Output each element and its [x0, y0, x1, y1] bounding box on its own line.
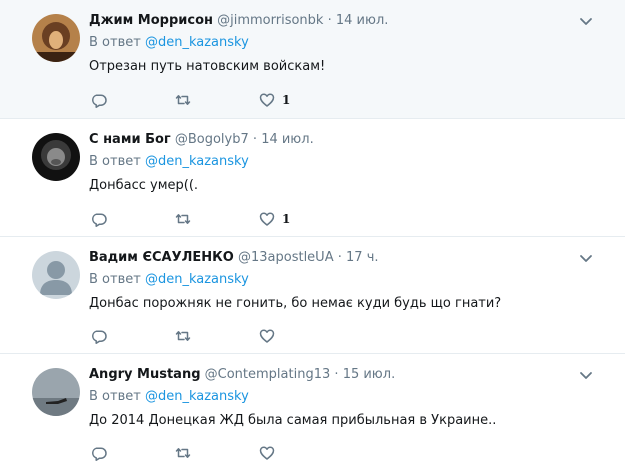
- tweet-text: Донбасс умер((.: [89, 178, 199, 193]
- tweet-header: Вадим ЄСАУЛЕНКО @13apostleUA · 17 ч.: [89, 250, 585, 266]
- tweet-actions: [91, 443, 343, 463]
- like-count: 1: [282, 93, 291, 107]
- like-button[interactable]: 1: [259, 90, 343, 110]
- tweet-item[interactable]: С нами Бог @Bogolyb7 · 14 июл. В ответ @…: [0, 119, 625, 237]
- tweet-actions: 1: [91, 209, 343, 229]
- reply-button[interactable]: [91, 209, 175, 229]
- author-handle[interactable]: @Contemplating13: [205, 367, 331, 382]
- chevron-down-icon[interactable]: [579, 17, 593, 27]
- reply-prefix: В ответ: [89, 154, 141, 169]
- retweet-icon: [175, 214, 191, 224]
- author-name[interactable]: Вадим ЄСАУЛЕНКО: [89, 250, 234, 265]
- reply-to-link[interactable]: @den_kazansky: [145, 35, 249, 50]
- tweet-content: Джим Моррисон @jimmorrisonbk · 14 июл. В…: [89, 13, 585, 75]
- tweet-time[interactable]: 14 июл.: [336, 13, 389, 28]
- retweet-icon: [175, 448, 191, 458]
- heart-icon: [259, 212, 275, 226]
- reply-to-link[interactable]: @den_kazansky: [145, 389, 249, 404]
- author-handle[interactable]: @13apostleUA: [238, 250, 334, 265]
- reply-context: В ответ @den_kazansky: [89, 35, 585, 51]
- avatar[interactable]: [32, 133, 80, 181]
- like-button[interactable]: [259, 443, 343, 463]
- tweet-time[interactable]: 14 июл.: [261, 132, 314, 147]
- retweet-button[interactable]: [175, 326, 259, 346]
- retweet-icon: [175, 331, 191, 341]
- heart-icon: [259, 93, 275, 107]
- tweet-actions: 1: [91, 90, 343, 110]
- retweet-button[interactable]: [175, 209, 259, 229]
- heart-icon: [259, 329, 275, 343]
- author-name[interactable]: С нами Бог: [89, 132, 171, 147]
- reply-button[interactable]: [91, 443, 175, 463]
- like-button[interactable]: [259, 326, 343, 346]
- tweet-actions: [91, 326, 343, 346]
- reply-context: В ответ @den_kazansky: [89, 154, 585, 170]
- tweet-item[interactable]: Джим Моррисон @jimmorrisonbk · 14 июл. В…: [0, 0, 625, 119]
- tweet-header: С нами Бог @Bogolyb7 · 14 июл.: [89, 132, 585, 148]
- separator-dot: ·: [327, 13, 332, 28]
- reply-button[interactable]: [91, 90, 175, 110]
- heart-icon: [259, 446, 275, 460]
- retweet-icon: [175, 95, 191, 105]
- reply-context: В ответ @den_kazansky: [89, 389, 585, 405]
- avatar[interactable]: [32, 251, 80, 299]
- reply-prefix: В ответ: [89, 272, 141, 287]
- reply-icon: [92, 330, 107, 344]
- tweet-item[interactable]: Angry Mustang @Contemplating13 · 15 июл.…: [0, 354, 625, 463]
- separator-dot: ·: [334, 367, 339, 382]
- avatar[interactable]: [32, 14, 80, 62]
- tweet-content: С нами Бог @Bogolyb7 · 14 июл. В ответ @…: [89, 132, 585, 194]
- like-count: 1: [282, 212, 291, 226]
- reply-icon: [92, 94, 107, 108]
- reply-context: В ответ @den_kazansky: [89, 272, 585, 288]
- reply-icon: [92, 447, 107, 461]
- retweet-button[interactable]: [175, 90, 259, 110]
- author-handle[interactable]: @Bogolyb7: [175, 132, 249, 147]
- tweet-feed: Джим Моррисон @jimmorrisonbk · 14 июл. В…: [0, 0, 625, 463]
- reply-icon: [92, 213, 107, 227]
- tweet-text: До 2014 Донецкая ЖД была самая прибыльна…: [89, 413, 497, 428]
- reply-to-link[interactable]: @den_kazansky: [145, 154, 249, 169]
- like-button[interactable]: 1: [259, 209, 343, 229]
- tweet-item[interactable]: Вадим ЄСАУЛЕНКО @13apostleUA · 17 ч. В о…: [0, 237, 625, 354]
- author-name[interactable]: Angry Mustang: [89, 367, 201, 382]
- reply-to-link[interactable]: @den_kazansky: [145, 272, 249, 287]
- tweet-header: Джим Моррисон @jimmorrisonbk · 14 июл.: [89, 13, 585, 29]
- reply-button[interactable]: [91, 326, 175, 346]
- chevron-down-icon[interactable]: [579, 254, 593, 264]
- tweet-header: Angry Mustang @Contemplating13 · 15 июл.: [89, 367, 585, 383]
- tweet-text: Донбас порожняк не гонить, бо немає куди…: [89, 296, 502, 311]
- tweet-content: Angry Mustang @Contemplating13 · 15 июл.…: [89, 367, 585, 429]
- author-name[interactable]: Джим Моррисон: [89, 13, 213, 28]
- separator-dot: ·: [337, 250, 342, 265]
- author-handle[interactable]: @jimmorrisonbk: [217, 13, 323, 28]
- retweet-button[interactable]: [175, 443, 259, 463]
- tweet-time[interactable]: 17 ч.: [346, 250, 379, 265]
- reply-prefix: В ответ: [89, 389, 141, 404]
- tweet-time[interactable]: 15 июл.: [343, 367, 396, 382]
- separator-dot: ·: [252, 132, 258, 147]
- avatar[interactable]: [32, 368, 80, 416]
- reply-prefix: В ответ: [89, 35, 141, 50]
- tweet-content: Вадим ЄСАУЛЕНКО @13apostleUA · 17 ч. В о…: [89, 250, 585, 312]
- tweet-text: Отрезан путь натовским войскам!: [89, 59, 326, 74]
- chevron-down-icon[interactable]: [579, 371, 593, 381]
